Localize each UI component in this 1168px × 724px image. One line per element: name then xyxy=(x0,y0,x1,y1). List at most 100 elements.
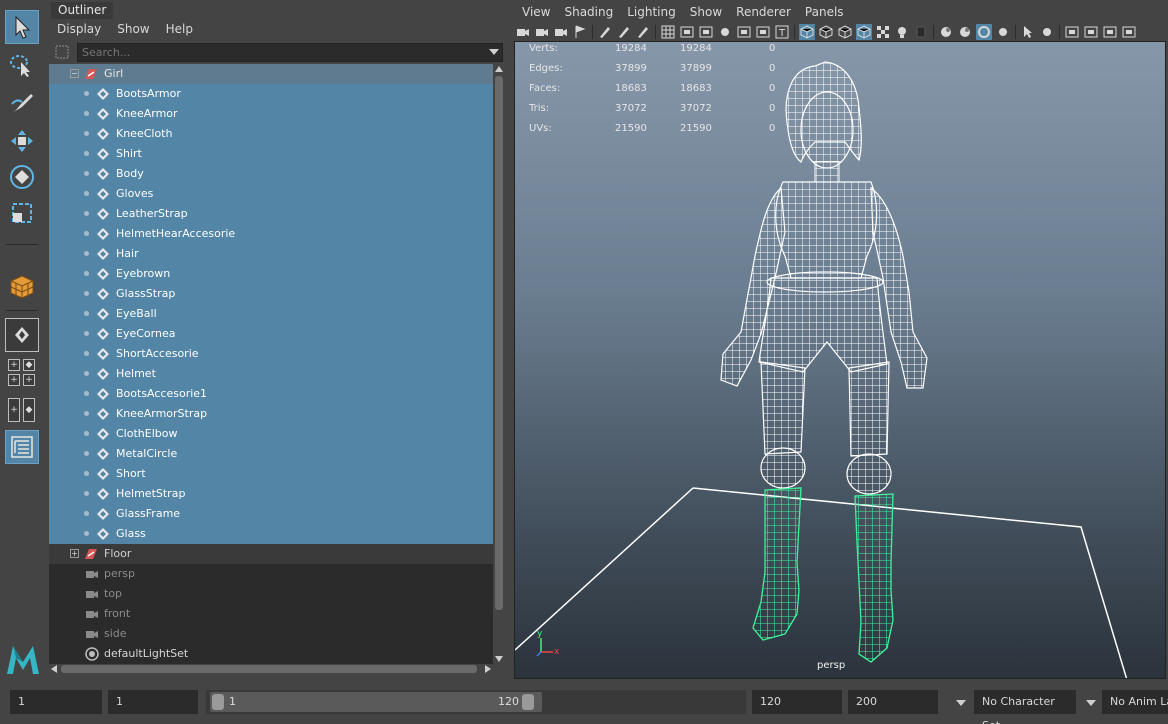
layout-icon[interactable] xyxy=(1083,24,1099,40)
anim-layer-field[interactable]: No Anim La xyxy=(1102,690,1168,714)
tree-row-mesh[interactable]: Gloves xyxy=(49,184,493,204)
ambient-occlusion-icon[interactable] xyxy=(938,24,954,40)
xray-joints-icon[interactable] xyxy=(1039,24,1055,40)
scroll-left-icon[interactable] xyxy=(51,665,57,673)
tree-row-mesh[interactable]: LeatherStrap xyxy=(49,204,493,224)
tree-row-mesh[interactable]: BootsArmor xyxy=(49,84,493,104)
tree-row-camera-top[interactable]: top xyxy=(49,584,493,604)
select-tool-button[interactable] xyxy=(5,10,39,44)
tree-row-floor[interactable]: + Floor xyxy=(49,544,493,564)
menu-shading[interactable]: Shading xyxy=(557,2,620,22)
camera-attr-icon[interactable] xyxy=(534,24,550,40)
search-input[interactable] xyxy=(77,43,503,62)
depth-of-field-icon[interactable] xyxy=(995,24,1011,40)
scroll-right-icon[interactable] xyxy=(485,665,491,673)
playback-range-slider[interactable]: 1 120 xyxy=(206,690,746,714)
tree-row-camera-side[interactable]: side xyxy=(49,624,493,644)
antialias-icon[interactable] xyxy=(976,23,992,40)
menu-display[interactable]: Display xyxy=(49,18,109,40)
layout-quad-icon[interactable]: + xyxy=(23,374,35,386)
lights-icon[interactable] xyxy=(894,24,910,40)
collapse-icon[interactable]: − xyxy=(70,69,79,78)
layout-two-pane-icon[interactable]: ◆ xyxy=(23,398,35,422)
tree-row-mesh[interactable]: HelmetStrap xyxy=(49,484,493,504)
menu-help[interactable]: Help xyxy=(158,18,201,40)
tree-row-mesh[interactable]: BootsAccesorie1 xyxy=(49,384,493,404)
layout-two-pane-icon[interactable]: + xyxy=(8,398,20,422)
horizontal-scrollbar[interactable] xyxy=(49,664,493,674)
smooth-shade-icon[interactable] xyxy=(818,24,834,40)
grid-icon[interactable] xyxy=(660,24,676,40)
lasso-tool-button[interactable] xyxy=(5,48,39,82)
expand-icon[interactable]: + xyxy=(70,549,79,558)
outliner-layout-button[interactable] xyxy=(5,430,39,464)
anim-layer-dropdown-icon[interactable] xyxy=(1086,700,1096,706)
resolution-gate-icon[interactable] xyxy=(698,24,714,40)
scroll-up-icon[interactable] xyxy=(495,66,503,72)
default-material-icon[interactable] xyxy=(856,23,872,40)
layout-icon[interactable] xyxy=(1064,24,1080,40)
field-chart-icon[interactable] xyxy=(736,24,752,40)
cube-tool-button[interactable] xyxy=(5,270,39,304)
tree-row-mesh[interactable]: GlassFrame xyxy=(49,504,493,524)
tree-row-mesh[interactable]: KneeArmorStrap xyxy=(49,404,493,424)
character-set-dropdown-icon[interactable] xyxy=(956,700,966,706)
tree-row-mesh[interactable]: Short xyxy=(49,464,493,484)
range-start-handle[interactable] xyxy=(212,694,224,710)
vertical-scrollbar[interactable] xyxy=(493,64,505,664)
anim-end-field[interactable]: 200 xyxy=(848,690,938,714)
tree-row-mesh[interactable]: EyeCornea xyxy=(49,324,493,344)
tree-row-camera-front[interactable]: front xyxy=(49,604,493,624)
scroll-down-icon[interactable] xyxy=(495,656,503,662)
range-slider-track[interactable] xyxy=(210,692,542,712)
rotate-tool-button[interactable] xyxy=(5,160,39,194)
menu-lighting[interactable]: Lighting xyxy=(620,2,683,22)
scroll-thumb[interactable] xyxy=(495,76,503,610)
wireframe-on-shaded-icon[interactable] xyxy=(837,24,853,40)
character-set-field[interactable]: No Character Set xyxy=(974,690,1076,724)
camera-select-icon[interactable] xyxy=(515,24,531,40)
wireframe-icon[interactable] xyxy=(799,23,815,40)
paint-select-tool-button[interactable] xyxy=(5,86,39,120)
isolate-select-icon[interactable] xyxy=(1020,24,1036,40)
tree-row-mesh[interactable]: Glass xyxy=(49,524,493,544)
3d-viewport[interactable]: Verts: 19284 19284 0 Edges: 37899 37899 0 Faces:… xyxy=(514,41,1166,679)
tree-row-mesh[interactable]: ShortAccesorie xyxy=(49,344,493,364)
menu-show[interactable]: Show xyxy=(683,2,729,22)
single-view-layout-button[interactable] xyxy=(5,318,39,352)
xray-icon[interactable] xyxy=(635,24,651,40)
resize-icon[interactable] xyxy=(1102,24,1118,40)
scroll-thumb[interactable] xyxy=(61,665,477,673)
tree-row-mesh[interactable]: GlassStrap xyxy=(49,284,493,304)
menu-panels[interactable]: Panels xyxy=(798,2,851,22)
menu-view[interactable]: View xyxy=(515,2,557,22)
tree-row-camera-persp[interactable]: persp xyxy=(49,564,493,584)
outliner-tab[interactable]: Outliner xyxy=(51,2,114,19)
tree-row-mesh[interactable]: KneeArmor xyxy=(49,104,493,124)
menu-show[interactable]: Show xyxy=(109,18,157,40)
tree-row-mesh[interactable]: ClothElbow xyxy=(49,424,493,444)
safe-title-icon[interactable]: T xyxy=(774,24,790,40)
layout-quad-icon[interactable]: + xyxy=(8,359,20,371)
tree-row-mesh[interactable]: Shirt xyxy=(49,144,493,164)
filter-icon[interactable] xyxy=(55,45,69,59)
layout-quad-icon[interactable]: + xyxy=(8,374,20,386)
search-dropdown-icon[interactable] xyxy=(489,49,499,55)
tree-row-mesh[interactable]: Body xyxy=(49,164,493,184)
menu-icon[interactable] xyxy=(1121,24,1137,40)
gate-mask-icon[interactable] xyxy=(717,24,733,40)
tree-row-mesh[interactable]: KneeCloth xyxy=(49,124,493,144)
current-frame-field[interactable]: 1 xyxy=(108,690,198,714)
safe-action-icon[interactable] xyxy=(755,24,771,40)
tree-row-mesh[interactable]: Helmet xyxy=(49,364,493,384)
tree-row-girl[interactable]: − Girl xyxy=(49,64,493,84)
end-frame-field[interactable]: 120 xyxy=(752,690,842,714)
layout-quad-icon[interactable]: ◆ xyxy=(23,359,35,371)
tree-row-mesh[interactable]: HelmetHearAccesorie xyxy=(49,224,493,244)
tree-row-light-set[interactable]: defaultLightSet xyxy=(49,644,493,664)
tree-row-mesh[interactable]: Hair xyxy=(49,244,493,264)
2d-pan-icon[interactable] xyxy=(616,24,632,40)
bookmark-icon[interactable] xyxy=(553,24,569,40)
film-gate-icon[interactable] xyxy=(679,24,695,40)
image-plane-icon[interactable] xyxy=(572,24,588,40)
